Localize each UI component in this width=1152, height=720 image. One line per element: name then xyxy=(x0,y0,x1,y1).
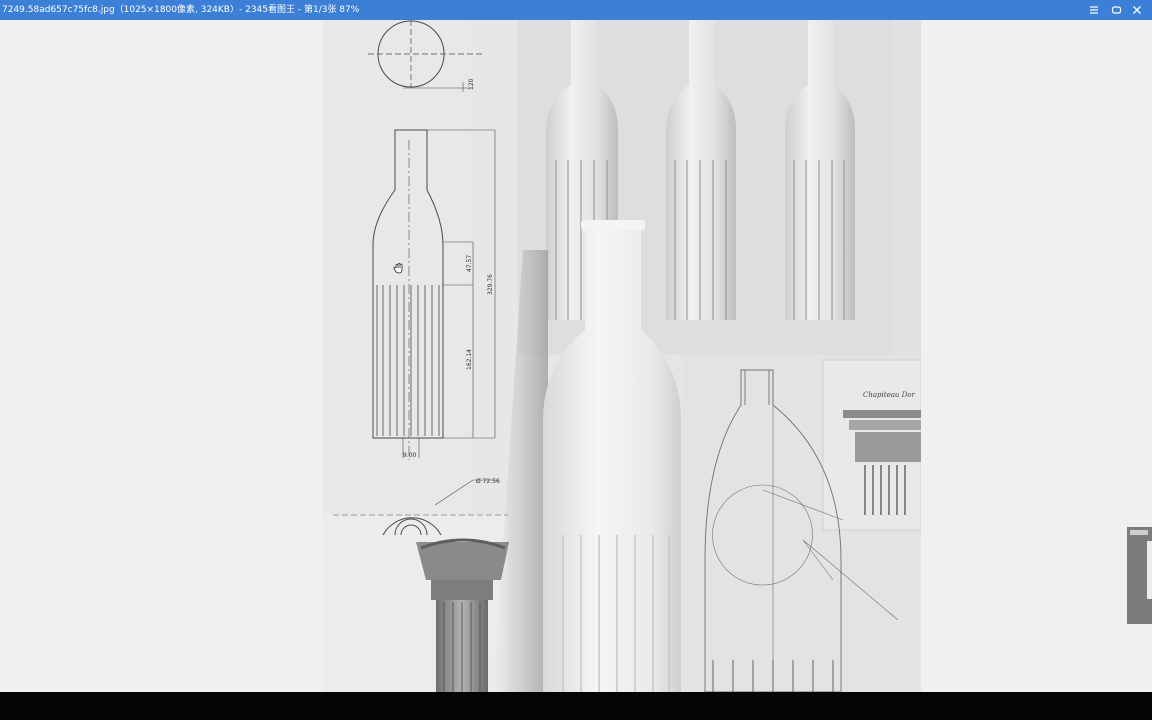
close-x-icon xyxy=(1133,6,1141,14)
hamburger-menu-icon xyxy=(1090,6,1098,14)
dim-label-329: 329.76 xyxy=(487,274,494,295)
dim-label-9: 9.00 xyxy=(403,452,417,459)
title-bar: 7249.58ad657c75fc8.jpg（1025×1800像素, 324K… xyxy=(0,0,1152,20)
dim-label-diameter: Ø 72.56 xyxy=(476,478,500,485)
thumbnail-label xyxy=(1130,530,1148,535)
hand-cursor-icon xyxy=(393,263,403,274)
close-button[interactable] xyxy=(1128,2,1146,18)
bottle-collage-picture: 120 47.57 329.76 162.14 Ø 72.56 9.00 Cha… xyxy=(323,20,921,692)
thumbnail-preview[interactable] xyxy=(1147,541,1152,599)
engraving-caption: Chapiteau Dor xyxy=(863,391,915,399)
dim-label-120: 120 xyxy=(468,78,475,90)
window-title: 7249.58ad657c75fc8.jpg（1025×1800像素, 324K… xyxy=(2,5,360,15)
restore-button[interactable] xyxy=(1107,2,1125,18)
side-thumbnail-panel[interactable] xyxy=(1127,527,1152,624)
dim-label-47: 47.57 xyxy=(466,255,473,272)
menu-button[interactable] xyxy=(1085,2,1103,18)
window-restore-icon xyxy=(1111,6,1121,14)
dim-label-162: 162.14 xyxy=(466,349,473,370)
displayed-image[interactable]: 120 47.57 329.76 162.14 Ø 72.56 9.00 Cha… xyxy=(323,20,921,692)
bottom-toolbar xyxy=(0,692,1152,720)
